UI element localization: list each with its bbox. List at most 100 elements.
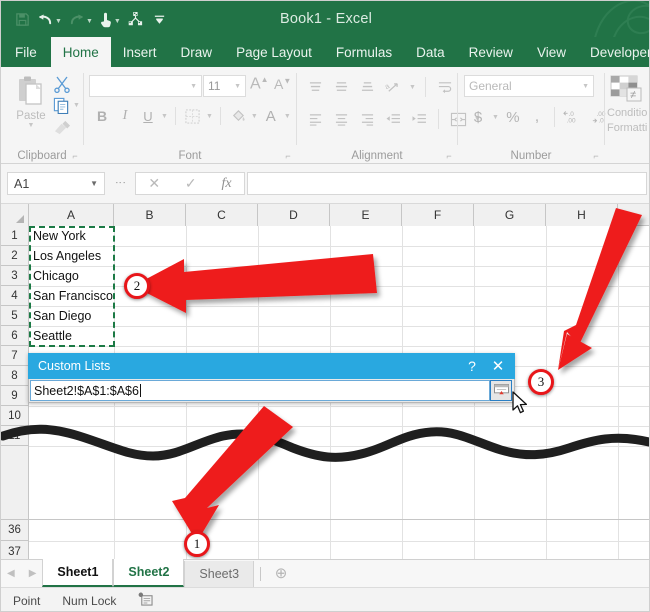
ribbon-tab-developer[interactable]: Developer <box>578 37 649 67</box>
orientation-dropdown-caret[interactable]: ▼ <box>409 84 416 91</box>
column-header-b[interactable]: B <box>114 204 186 226</box>
save-icon[interactable] <box>11 6 33 32</box>
row-header-1[interactable]: 1 <box>1 226 29 246</box>
decrease-font-size-button[interactable]: A▼ <box>274 76 291 92</box>
comma-format-button[interactable]: , <box>527 107 547 127</box>
column-header-e[interactable]: E <box>330 204 402 226</box>
decrease-indent-button[interactable] <box>383 109 403 129</box>
sheet-tab-bar[interactable]: ◀ ▶ Sheet1 Sheet2 Sheet3 ⊕ <box>1 559 649 587</box>
font-size-input[interactable]: 11 ▼ <box>203 75 246 97</box>
name-box-caret[interactable]: ▼ <box>90 179 98 188</box>
row-header-4[interactable]: 4 <box>1 286 29 306</box>
sheet-nav-arrows[interactable]: ◀ ▶ <box>1 559 42 587</box>
font-name-caret[interactable]: ▼ <box>190 83 197 90</box>
dialog-title-bar[interactable]: Custom Lists ? ✕ <box>28 353 515 379</box>
plus-circle-icon[interactable]: ⊕ <box>267 559 295 587</box>
cell-a1[interactable]: New York <box>29 226 114 246</box>
row-header-2[interactable]: 2 <box>1 246 29 266</box>
ribbon-tab-page-layout[interactable]: Page Layout <box>224 37 324 67</box>
increase-indent-button[interactable] <box>409 109 429 129</box>
number-format-caret[interactable]: ▼ <box>582 83 589 90</box>
copy-button[interactable]: ▼ <box>53 97 80 114</box>
ribbon-tab-formulas[interactable]: Formulas <box>324 37 404 67</box>
ribbon-tab-data[interactable]: Data <box>404 37 457 67</box>
cell-a6[interactable]: Seattle <box>29 326 114 346</box>
increase-font-size-button[interactable]: A▲ <box>250 75 269 93</box>
currency-dropdown-caret[interactable]: ▼ <box>492 114 499 121</box>
align-center-button[interactable] <box>331 109 351 129</box>
number-dialog-launcher[interactable]: ⌐ <box>591 151 601 161</box>
sheet-tab-sheet2[interactable]: Sheet2 <box>113 559 185 587</box>
touch-mode-dropdown-caret[interactable]: ▼ <box>114 18 121 25</box>
align-left-button[interactable] <box>305 109 325 129</box>
row-header-36[interactable]: 36 <box>1 519 29 541</box>
ribbon-tab-insert[interactable]: Insert <box>111 37 169 67</box>
font-dialog-launcher[interactable]: ⌐ <box>283 151 293 161</box>
row-header-3[interactable]: 3 <box>1 266 29 286</box>
chevron-right-icon[interactable]: ▶ <box>29 568 37 579</box>
name-box[interactable]: A1 ▼ <box>7 172 105 195</box>
fill-color-button[interactable] <box>228 106 248 126</box>
font-name-input[interactable]: ▼ <box>89 75 202 97</box>
underline-button[interactable]: U <box>138 106 158 126</box>
column-header-f[interactable]: F <box>402 204 474 226</box>
record-macro-icon[interactable] <box>138 592 153 609</box>
row-header-8[interactable]: 8 <box>1 366 29 386</box>
redo-dropdown-caret[interactable]: ▼ <box>86 18 93 25</box>
touch-mode-icon[interactable]: ▼ <box>97 6 123 32</box>
wrap-text-button[interactable] <box>435 77 455 97</box>
borders-button[interactable] <box>183 106 203 126</box>
row-header-37[interactable]: 37 <box>1 541 29 559</box>
borders-dropdown-caret[interactable]: ▼ <box>206 113 213 120</box>
sheet-tab-sheet1[interactable]: Sheet1 <box>42 559 114 587</box>
formula-input[interactable] <box>247 172 647 195</box>
cell-a2[interactable]: Los Angeles <box>29 246 114 266</box>
currency-format-button[interactable]: $ <box>468 107 488 127</box>
cut-button[interactable] <box>53 75 71 98</box>
column-header-d[interactable]: D <box>258 204 330 226</box>
clipboard-dialog-launcher[interactable]: ⌐ <box>70 151 80 161</box>
custom-icon[interactable] <box>125 6 147 32</box>
ribbon-tab-review[interactable]: Review <box>457 37 525 67</box>
close-icon[interactable]: ✕ <box>148 175 160 192</box>
font-color-button[interactable]: A <box>261 106 281 126</box>
column-header-h[interactable]: H <box>546 204 618 226</box>
question-mark-icon[interactable]: ? <box>459 354 485 378</box>
number-format-select[interactable]: General ▼ <box>464 75 594 97</box>
orientation-button[interactable]: a <box>383 77 403 97</box>
cell-a4[interactable]: San Francisco <box>29 286 114 306</box>
format-painter-button[interactable] <box>53 119 72 141</box>
cell-a5[interactable]: San Diego <box>29 306 114 326</box>
font-color-dropdown-caret[interactable]: ▼ <box>284 113 291 120</box>
bold-button[interactable]: B <box>92 106 112 126</box>
ribbon-tab-home[interactable]: Home <box>50 37 111 67</box>
fill-color-dropdown-caret[interactable]: ▼ <box>251 113 258 120</box>
customize-toolbar-icon[interactable] <box>149 6 171 32</box>
underline-dropdown-caret[interactable]: ▼ <box>161 113 168 120</box>
chevron-left-icon[interactable]: ◀ <box>7 568 15 579</box>
redo-icon[interactable]: ▼ <box>66 6 95 32</box>
paste-dropdown-caret[interactable]: ▼ <box>28 122 35 129</box>
align-bottom-button[interactable] <box>357 77 377 97</box>
row-header-5[interactable]: 5 <box>1 306 29 326</box>
ribbon-tab-bar[interactable]: File Home Insert Draw Page Layout Formul… <box>1 37 649 67</box>
align-top-button[interactable] <box>305 77 325 97</box>
ribbon-tab-file[interactable]: File <box>1 37 51 67</box>
sheet-tab-sheet3[interactable]: Sheet3 <box>184 561 255 587</box>
font-size-caret[interactable]: ▼ <box>234 83 241 90</box>
undo-dropdown-caret[interactable]: ▼ <box>55 18 62 25</box>
range-reference-input[interactable]: Sheet2!$A$1:$A$6 <box>30 380 490 401</box>
close-icon[interactable]: ✕ <box>485 354 511 378</box>
row-header-7[interactable]: 7 <box>1 346 29 366</box>
align-middle-button[interactable] <box>331 77 351 97</box>
column-header-c[interactable]: C <box>186 204 258 226</box>
column-header-a[interactable]: A <box>29 204 114 226</box>
select-all-corner[interactable] <box>1 204 29 226</box>
alignment-dialog-launcher[interactable]: ⌐ <box>444 151 454 161</box>
undo-icon[interactable]: ▼ <box>35 6 64 32</box>
ribbon-tab-draw[interactable]: Draw <box>169 37 225 67</box>
increase-decimal-button[interactable]: .0.00 <box>562 107 586 127</box>
fx-icon[interactable]: fx <box>221 176 231 192</box>
row-header-9[interactable]: 9 <box>1 386 29 406</box>
check-icon[interactable]: ✓ <box>185 175 197 192</box>
